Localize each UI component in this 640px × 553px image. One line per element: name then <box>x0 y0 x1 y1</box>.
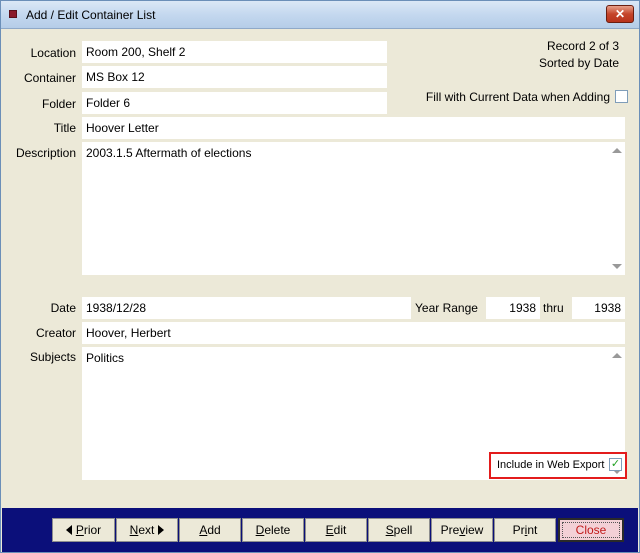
button-toolbar: Prior Next Add Delete Edit Spell Preview… <box>2 508 638 552</box>
preview-button[interactable]: Preview <box>431 518 493 542</box>
description-text: 2003.1.5 Aftermath of elections <box>86 146 252 160</box>
web-export-label: Include in Web Export <box>497 459 605 471</box>
print-button[interactable]: Print <box>494 518 556 542</box>
folder-field[interactable]: Folder 6 <box>82 92 387 114</box>
window-title: Add / Edit Container List <box>26 8 156 22</box>
container-list-window: Add / Edit Container List ✕ Record 2 of … <box>0 0 640 553</box>
title-bar[interactable]: Add / Edit Container List ✕ <box>1 1 639 29</box>
spell-button[interactable]: Spell <box>368 518 430 542</box>
web-export-checkbox[interactable]: ✓ <box>609 458 622 471</box>
creator-label: Creator <box>35 326 76 340</box>
arrow-left-icon <box>65 525 72 535</box>
app-icon <box>9 10 17 18</box>
year-from-field[interactable]: 1938 <box>486 297 540 319</box>
prior-button[interactable]: Prior <box>52 518 115 542</box>
scroll-down-icon[interactable] <box>612 264 622 269</box>
next-button[interactable]: Next <box>116 518 178 542</box>
creator-field[interactable]: Hoover, Herbert <box>82 322 625 344</box>
arrow-right-icon <box>158 525 165 535</box>
description-textarea[interactable]: 2003.1.5 Aftermath of elections <box>82 142 625 275</box>
date-label: Date <box>50 301 76 315</box>
web-export-highlight: Include in Web Export ✓ <box>489 452 627 479</box>
scroll-up-icon[interactable] <box>612 353 622 358</box>
subjects-label: Subjects <box>29 350 76 364</box>
date-field[interactable]: 1938/12/28 <box>82 297 411 319</box>
fill-current-label: Fill with Current Data when Adding <box>425 90 610 104</box>
year-range-label: Year Range <box>415 301 478 315</box>
location-label: Location <box>30 46 76 60</box>
year-to-field[interactable]: 1938 <box>572 297 625 319</box>
delete-button[interactable]: Delete <box>242 518 304 542</box>
container-field[interactable]: MS Box 12 <box>82 66 387 88</box>
record-counter: Record 2 of 3 <box>546 39 619 53</box>
thru-label: thru <box>543 301 564 315</box>
window-close-icon[interactable]: ✕ <box>606 5 634 23</box>
title-field[interactable]: Hoover Letter <box>82 117 625 139</box>
fill-current-checkbox[interactable] <box>615 90 628 103</box>
focus-ring <box>562 522 620 538</box>
edit-button[interactable]: Edit <box>305 518 367 542</box>
description-label: Description <box>15 146 76 160</box>
folder-label: Folder <box>41 97 76 111</box>
title-label: Title <box>53 121 76 135</box>
close-button[interactable]: Close <box>558 518 624 542</box>
description-scrollbar[interactable] <box>609 142 625 275</box>
form-area: Record 2 of 3 Sorted by Date Fill with C… <box>2 30 638 508</box>
sort-indicator: Sorted by Date <box>538 56 619 70</box>
container-label: Container <box>23 71 76 85</box>
subjects-text: Politics <box>86 351 125 365</box>
add-button[interactable]: Add <box>179 518 241 542</box>
scroll-up-icon[interactable] <box>612 148 622 153</box>
location-field[interactable]: Room 200, Shelf 2 <box>82 41 387 63</box>
